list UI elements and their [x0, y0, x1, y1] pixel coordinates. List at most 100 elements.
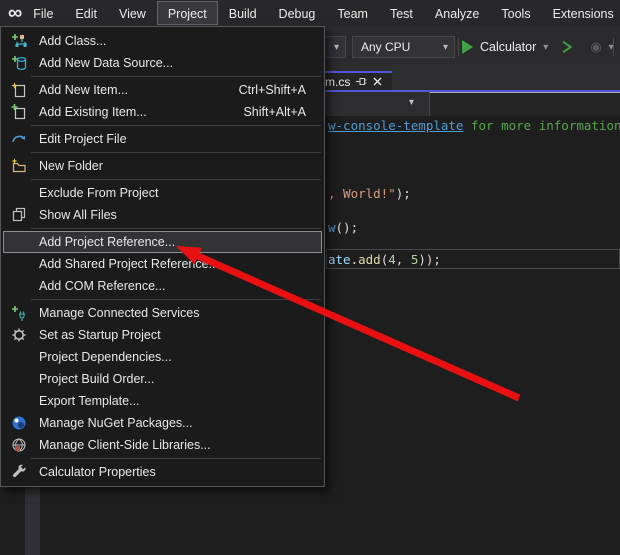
menu-item-shortcut: Ctrl+Shift+A: [239, 83, 306, 97]
menu-item-label: Add Shared Project Reference...: [39, 257, 219, 271]
startup-project-icon: [9, 327, 29, 343]
play-icon: [462, 40, 473, 54]
menu-item-calculator-properties[interactable]: Calculator Properties: [3, 461, 322, 483]
menu-item-show-all-files[interactable]: Show All Files: [3, 204, 322, 226]
chevron-down-icon: ▾: [543, 42, 548, 53]
menu-item-label: Add Class...: [39, 34, 106, 48]
menu-item-export-template[interactable]: Export Template...: [3, 390, 322, 412]
menu-item-label: Project Build Order...: [39, 372, 154, 386]
edit-project-file-icon: [9, 131, 29, 147]
main-menu-bar: ∞ FileEditViewProjectBuildDebugTeamTestA…: [0, 0, 620, 26]
menubar-item-extensions[interactable]: Extensions: [542, 1, 620, 25]
type-dropdown[interactable]: [429, 92, 620, 116]
menu-item-project-dependencies[interactable]: Project Dependencies...: [3, 346, 322, 368]
menu-item-add-shared-project-reference[interactable]: Add Shared Project Reference...: [3, 253, 322, 275]
add-existing-item-icon: [9, 104, 29, 120]
menu-item-label: New Folder: [39, 159, 103, 173]
chevron-down-icon: ▾: [443, 42, 448, 53]
menu-item-label: Manage Client-Side Libraries...: [39, 438, 211, 452]
start-without-debugging-icon[interactable]: [556, 41, 573, 53]
menu-separator: [31, 76, 321, 77]
toolbar-separator: [613, 38, 614, 56]
chevron-down-icon: ▾: [334, 42, 339, 53]
code-line: w-console-template for more information: [328, 118, 620, 134]
menubar-item-file[interactable]: File: [22, 1, 64, 25]
menu-item-add-new-data-source[interactable]: Add New Data Source...: [3, 52, 322, 74]
menu-item-manage-client-side-libraries[interactable]: Manage Client-Side Libraries...: [3, 434, 322, 456]
menu-item-label: Manage NuGet Packages...: [39, 416, 193, 430]
menu-item-label: Export Template...: [39, 394, 140, 408]
menu-item-manage-connected-services[interactable]: Manage Connected Services: [3, 302, 322, 324]
menu-item-label: Edit Project File: [39, 132, 127, 146]
code-token: w: [328, 220, 336, 235]
menu-item-add-new-item[interactable]: Add New Item... Ctrl+Shift+A: [3, 79, 322, 101]
code-token: 4: [388, 252, 396, 267]
code-token: );: [396, 186, 411, 201]
client-side-libraries-icon: [9, 437, 29, 453]
menu-item-label: Add Project Reference...: [39, 235, 175, 249]
code-line: w();: [328, 220, 358, 236]
menu-item-manage-nuget-packages[interactable]: Manage NuGet Packages...: [3, 412, 322, 434]
menu-item-edit-project-file[interactable]: Edit Project File: [3, 128, 322, 150]
menu-separator: [31, 125, 321, 126]
breakpoint-gutter[interactable]: [25, 483, 40, 555]
menubar-item-debug[interactable]: Debug: [268, 1, 327, 25]
menubar-item-team[interactable]: Team: [326, 1, 379, 25]
close-icon[interactable]: [373, 77, 382, 86]
chevron-down-icon: ▾: [409, 97, 414, 108]
code-line: , World!");: [328, 186, 411, 202]
menu-separator: [31, 152, 321, 153]
code-token: add: [358, 252, 381, 267]
code-line-current: ate.add(4, 5));: [328, 252, 441, 268]
show-all-files-icon: [9, 207, 29, 223]
toolbar-separator: [458, 38, 459, 56]
code-token: ,: [396, 252, 411, 267]
code-token: for more information: [463, 118, 620, 133]
menu-item-set-as-startup-project[interactable]: Set as Startup Project: [3, 324, 322, 346]
platform-combo-value: Any CPU: [361, 40, 410, 54]
menubar-item-test[interactable]: Test: [379, 1, 424, 25]
menu-item-label: Project Dependencies...: [39, 350, 172, 364]
code-token: , World!": [328, 186, 396, 201]
menu-item-label: Add Existing Item...: [39, 105, 147, 119]
menubar-item-edit[interactable]: Edit: [64, 1, 108, 25]
menu-item-add-existing-item[interactable]: Add Existing Item... Shift+Alt+A: [3, 101, 322, 123]
menu-item-project-build-order[interactable]: Project Build Order...: [3, 368, 322, 390]
menubar-item-project[interactable]: Project: [157, 1, 218, 25]
menu-separator: [31, 299, 321, 300]
menubar-item-build[interactable]: Build: [218, 1, 268, 25]
flame-icon[interactable]: ◉︎: [590, 39, 601, 55]
start-debugging-button[interactable]: Calculator ▾ ◉︎ ▾: [462, 36, 614, 58]
code-token: ate: [328, 252, 351, 267]
new-folder-icon: [9, 158, 29, 174]
menu-item-shortcut: Shift+Alt+A: [243, 105, 306, 119]
code-token: ();: [336, 220, 359, 235]
menu-item-label: Show All Files: [39, 208, 117, 222]
add-class-icon: [9, 33, 29, 49]
menu-item-label: Calculator Properties: [39, 465, 156, 479]
menu-item-add-com-reference[interactable]: Add COM Reference...: [3, 275, 322, 297]
run-button-label: Calculator: [480, 40, 536, 54]
menu-item-add-project-reference[interactable]: Add Project Reference...: [3, 231, 322, 253]
menubar-item-view[interactable]: View: [108, 1, 157, 25]
connected-services-icon: [9, 305, 29, 321]
menu-item-add-class[interactable]: Add Class...: [3, 30, 322, 52]
menu-item-exclude-from-project[interactable]: Exclude From Project: [3, 182, 322, 204]
project-menu-dropdown: Add Class... Add New Data Source... Add Ne…: [0, 26, 325, 487]
add-data-source-icon: [9, 55, 29, 71]
properties-wrench-icon: [9, 464, 29, 480]
platform-combo[interactable]: Any CPU ▾: [352, 36, 455, 58]
menubar-item-analyze[interactable]: Analyze: [424, 1, 490, 25]
menubar-item-tools[interactable]: Tools: [490, 1, 541, 25]
menu-item-label: Add New Item...: [39, 83, 128, 97]
menu-item-label: Add New Data Source...: [39, 56, 173, 70]
menu-item-label: Exclude From Project: [39, 186, 158, 200]
pin-icon[interactable]: [356, 76, 367, 87]
menu-item-new-folder[interactable]: New Folder: [3, 155, 322, 177]
menu-separator: [31, 458, 321, 459]
code-link[interactable]: w-console-template: [328, 118, 463, 133]
visual-studio-logo: ∞: [8, 2, 22, 24]
menu-item-label: Add COM Reference...: [39, 279, 165, 293]
menu-separator: [31, 179, 321, 180]
nuget-icon: [9, 415, 29, 431]
